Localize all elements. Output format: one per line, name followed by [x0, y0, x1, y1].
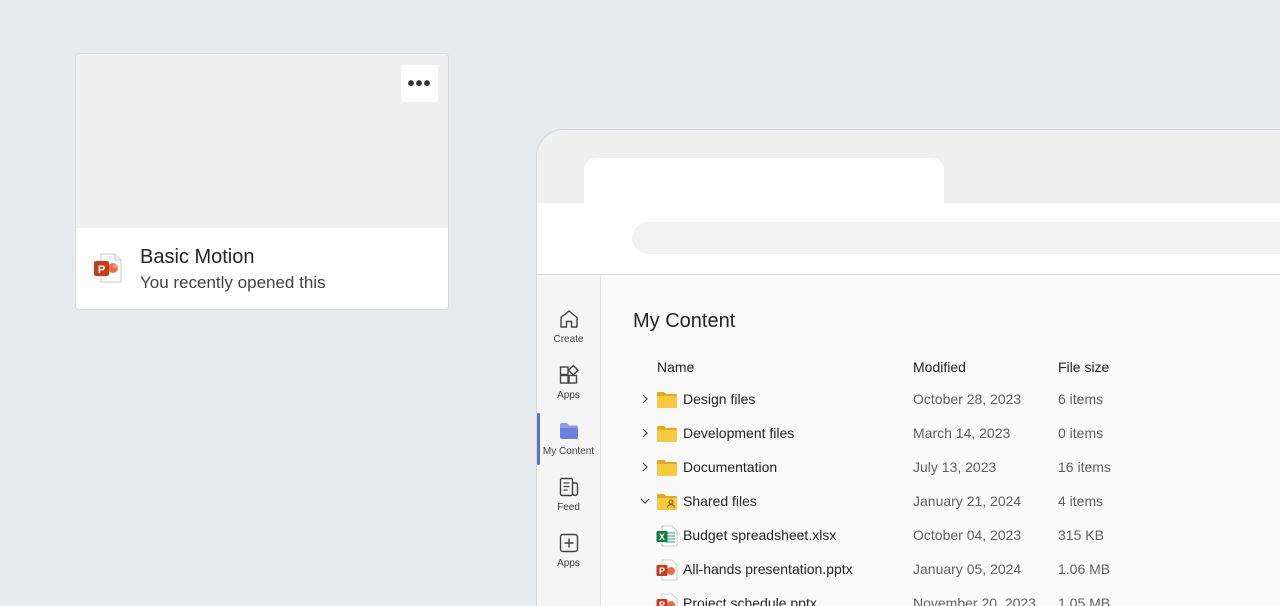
more-icon: ••• [407, 72, 432, 95]
page-title: My Content [633, 310, 736, 332]
chevron-down-icon[interactable] [639, 495, 651, 507]
table-row[interactable]: Development files March 14, 2023 0 items [601, 418, 1280, 452]
file-name: Shared files [683, 493, 757, 509]
file-modified: October 28, 2023 [913, 391, 1022, 407]
file-name: Budget spreadsheet.xlsx [683, 527, 837, 543]
address-bar[interactable] [632, 222, 1280, 254]
rail-item-apps-add[interactable]: Apps [537, 531, 600, 583]
table-row[interactable]: X Budget spreadsheet.xlsx October 04, 20… [601, 520, 1280, 554]
card-subtitle: You recently opened this [140, 273, 326, 292]
file-size: 315 KB [1058, 527, 1104, 543]
apps-grid-icon [559, 364, 579, 384]
rail-item-create[interactable]: Create [537, 307, 600, 359]
rail-item-feed[interactable]: Feed [537, 475, 600, 527]
powerpoint-icon: P [94, 253, 122, 283]
file-name: Development files [683, 425, 795, 441]
rail-item-my-content[interactable]: My Content [537, 413, 600, 471]
excel-icon: X [656, 525, 678, 547]
file-modified: January 05, 2024 [913, 561, 1022, 577]
file-modified: July 13, 2023 [913, 459, 997, 475]
powerpoint-icon: P [656, 593, 678, 606]
left-rail: Create Apps My Content Feed Apps [537, 275, 601, 606]
add-square-icon [559, 533, 578, 553]
file-name: Project schedule.pptx [683, 595, 817, 606]
content-pane: My Content Name Modified File size Desig… [601, 275, 1280, 606]
column-header-modified[interactable]: Modified [913, 359, 966, 375]
file-size: 0 items [1058, 425, 1104, 441]
folder-icon [657, 426, 677, 442]
home-icon [559, 310, 578, 328]
table-row[interactable]: Design files October 28, 2023 6 items [601, 384, 1280, 418]
card-footer: P Basic Motion You recently opened this [76, 228, 448, 309]
file-modified: October 04, 2023 [913, 527, 1022, 543]
tab-strip [537, 130, 1280, 208]
svg-text:X: X [659, 532, 665, 542]
rail-item-label: Create [553, 334, 584, 345]
column-header-name[interactable]: Name [657, 359, 694, 375]
svg-text:P: P [98, 264, 105, 276]
table-row[interactable]: P Project schedule.pptx November 20, 202… [601, 588, 1280, 606]
file-modified: November 20, 2023 [913, 595, 1036, 606]
feed-icon [559, 477, 578, 497]
file-size: 16 items [1058, 459, 1111, 475]
file-name: Design files [683, 391, 756, 407]
folder-icon [657, 460, 677, 476]
file-name: Documentation [683, 459, 778, 475]
rail-item-label: Apps [557, 558, 580, 569]
rail-item-label: Apps [557, 390, 580, 401]
file-modified: March 14, 2023 [913, 425, 1011, 441]
column-header-size[interactable]: File size [1058, 359, 1109, 375]
more-options-button[interactable]: ••• [401, 65, 438, 102]
file-thumbnail [76, 54, 448, 228]
browser-tab[interactable] [584, 158, 944, 208]
chevron-right-icon[interactable] [639, 427, 651, 439]
recent-file-card[interactable]: ••• P Basic Motion You recently opened t… [75, 53, 449, 310]
file-modified: January 21, 2024 [913, 493, 1022, 509]
shared-folder-icon [657, 494, 677, 510]
file-size: 1.05 MB [1058, 595, 1111, 606]
app-window: Create Apps My Content Feed Apps My Cont… [536, 129, 1280, 606]
table-row[interactable]: P All-hands presentation.pptx January 05… [601, 554, 1280, 588]
powerpoint-icon: P [656, 559, 678, 581]
chevron-right-icon[interactable] [639, 393, 651, 405]
chevron-right-icon[interactable] [639, 461, 651, 473]
file-size: 1.06 MB [1058, 561, 1111, 577]
svg-text:P: P [659, 566, 665, 576]
table-row[interactable]: Shared files January 21, 2024 4 items [601, 486, 1280, 520]
rail-item-label: My Content [542, 446, 595, 457]
folder-icon [657, 392, 677, 408]
svg-text:P: P [659, 600, 665, 606]
table-row[interactable]: Documentation July 13, 2023 16 items [601, 452, 1280, 486]
folder-icon [559, 423, 578, 439]
file-size: 4 items [1058, 493, 1104, 509]
rail-item-label: Feed [557, 502, 580, 513]
card-title: Basic Motion [140, 246, 255, 268]
rail-item-apps[interactable]: Apps [537, 363, 600, 415]
file-name: All-hands presentation.pptx [683, 561, 853, 577]
file-size: 6 items [1058, 391, 1104, 407]
